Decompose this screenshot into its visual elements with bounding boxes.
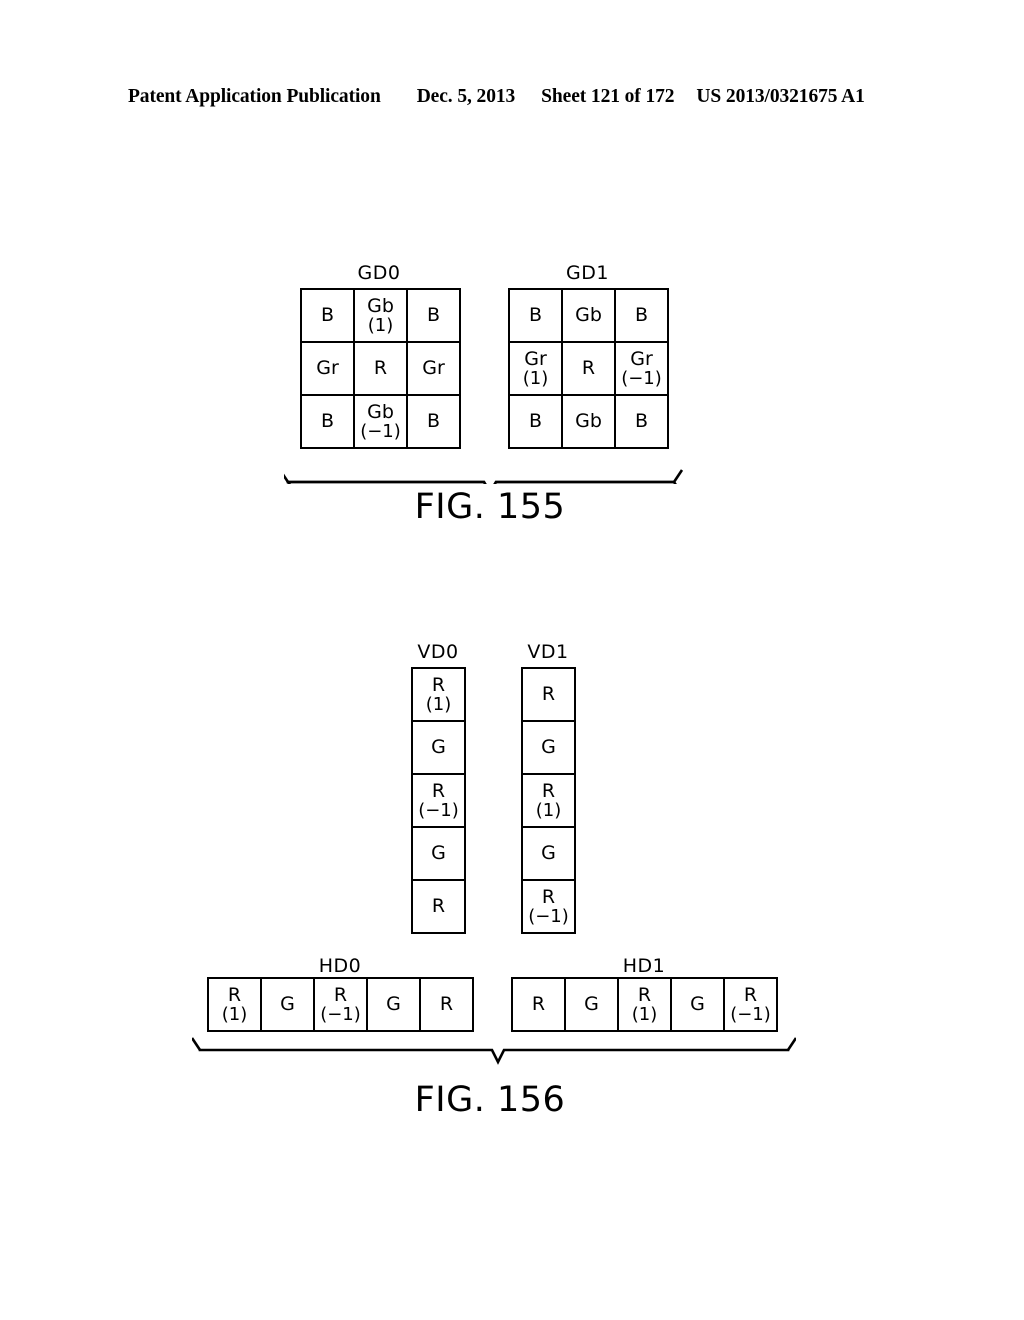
grid-cell: G [413,828,466,881]
grid-cell: R (1) [209,979,262,1032]
grid-cell: G [523,828,576,881]
cell-value: R [531,993,546,1016]
row-hd1: R G R (1) G R (−1) [511,977,778,1032]
cell-coefficient: (−1) [418,800,459,822]
grid-label-hd1: HD1 [622,955,666,977]
cell-value: R [431,895,446,918]
cell-value: R [541,779,556,802]
cell-value: G [431,842,446,865]
cell-coefficient: (1) [535,800,562,822]
grid-cell: G [672,979,725,1032]
grid-cell: R (−1) [725,979,778,1032]
cell-value: G [541,736,556,759]
cell-coefficient: (−1) [730,1004,771,1026]
grid-cell: G [566,979,619,1032]
cell-coefficient: (1) [631,1004,658,1026]
cell-value: R [637,983,652,1006]
grid-cell: R [421,979,474,1032]
cell-coefficient: (1) [425,694,452,716]
grid-cell: G [262,979,315,1032]
figure-156: VD0 R (1) G R (−1) G R VD1 R G R (1) G R… [0,0,1024,1160]
cell-value: R [333,983,348,1006]
grid-label-hd0: HD0 [318,955,362,977]
grid-cell: R (−1) [523,881,576,934]
cell-value: G [541,842,556,865]
cell-value: R [541,885,556,908]
grid-cell: G [523,722,576,775]
grid-cell: G [368,979,421,1032]
cell-value: R [541,683,556,706]
cell-coefficient: (−1) [528,906,569,928]
figure-caption-156: FIG. 156 [414,1080,566,1120]
column-vd0: R (1) G R (−1) G R [411,667,466,934]
cell-value: R [743,983,758,1006]
cell-value: G [431,736,446,759]
grid-cell: R (−1) [413,775,466,828]
cell-value: G [386,993,401,1016]
grid-cell: R [513,979,566,1032]
grid-cell: R (1) [523,775,576,828]
grid-cell: R (1) [413,669,466,722]
grid-cell: R [413,881,466,934]
cell-coefficient: (1) [221,1004,248,1026]
cell-value: R [431,779,446,802]
column-vd1: R G R (1) G R (−1) [521,667,576,934]
grid-label-vd0: VD0 [417,641,459,663]
grid-cell: G [413,722,466,775]
cell-value: R [227,983,242,1006]
grid-label-vd1: VD1 [527,641,569,663]
cell-coefficient: (−1) [320,1004,361,1026]
grid-cell: R [523,669,576,722]
row-hd0: R (1) G R (−1) G R [207,977,474,1032]
cell-value: R [431,673,446,696]
grid-cell: R (−1) [315,979,368,1032]
figure-156-brace [192,1032,796,1072]
grid-cell: R (1) [619,979,672,1032]
cell-value: R [439,993,454,1016]
cell-value: G [690,993,705,1016]
cell-value: G [584,993,599,1016]
cell-value: G [280,993,295,1016]
